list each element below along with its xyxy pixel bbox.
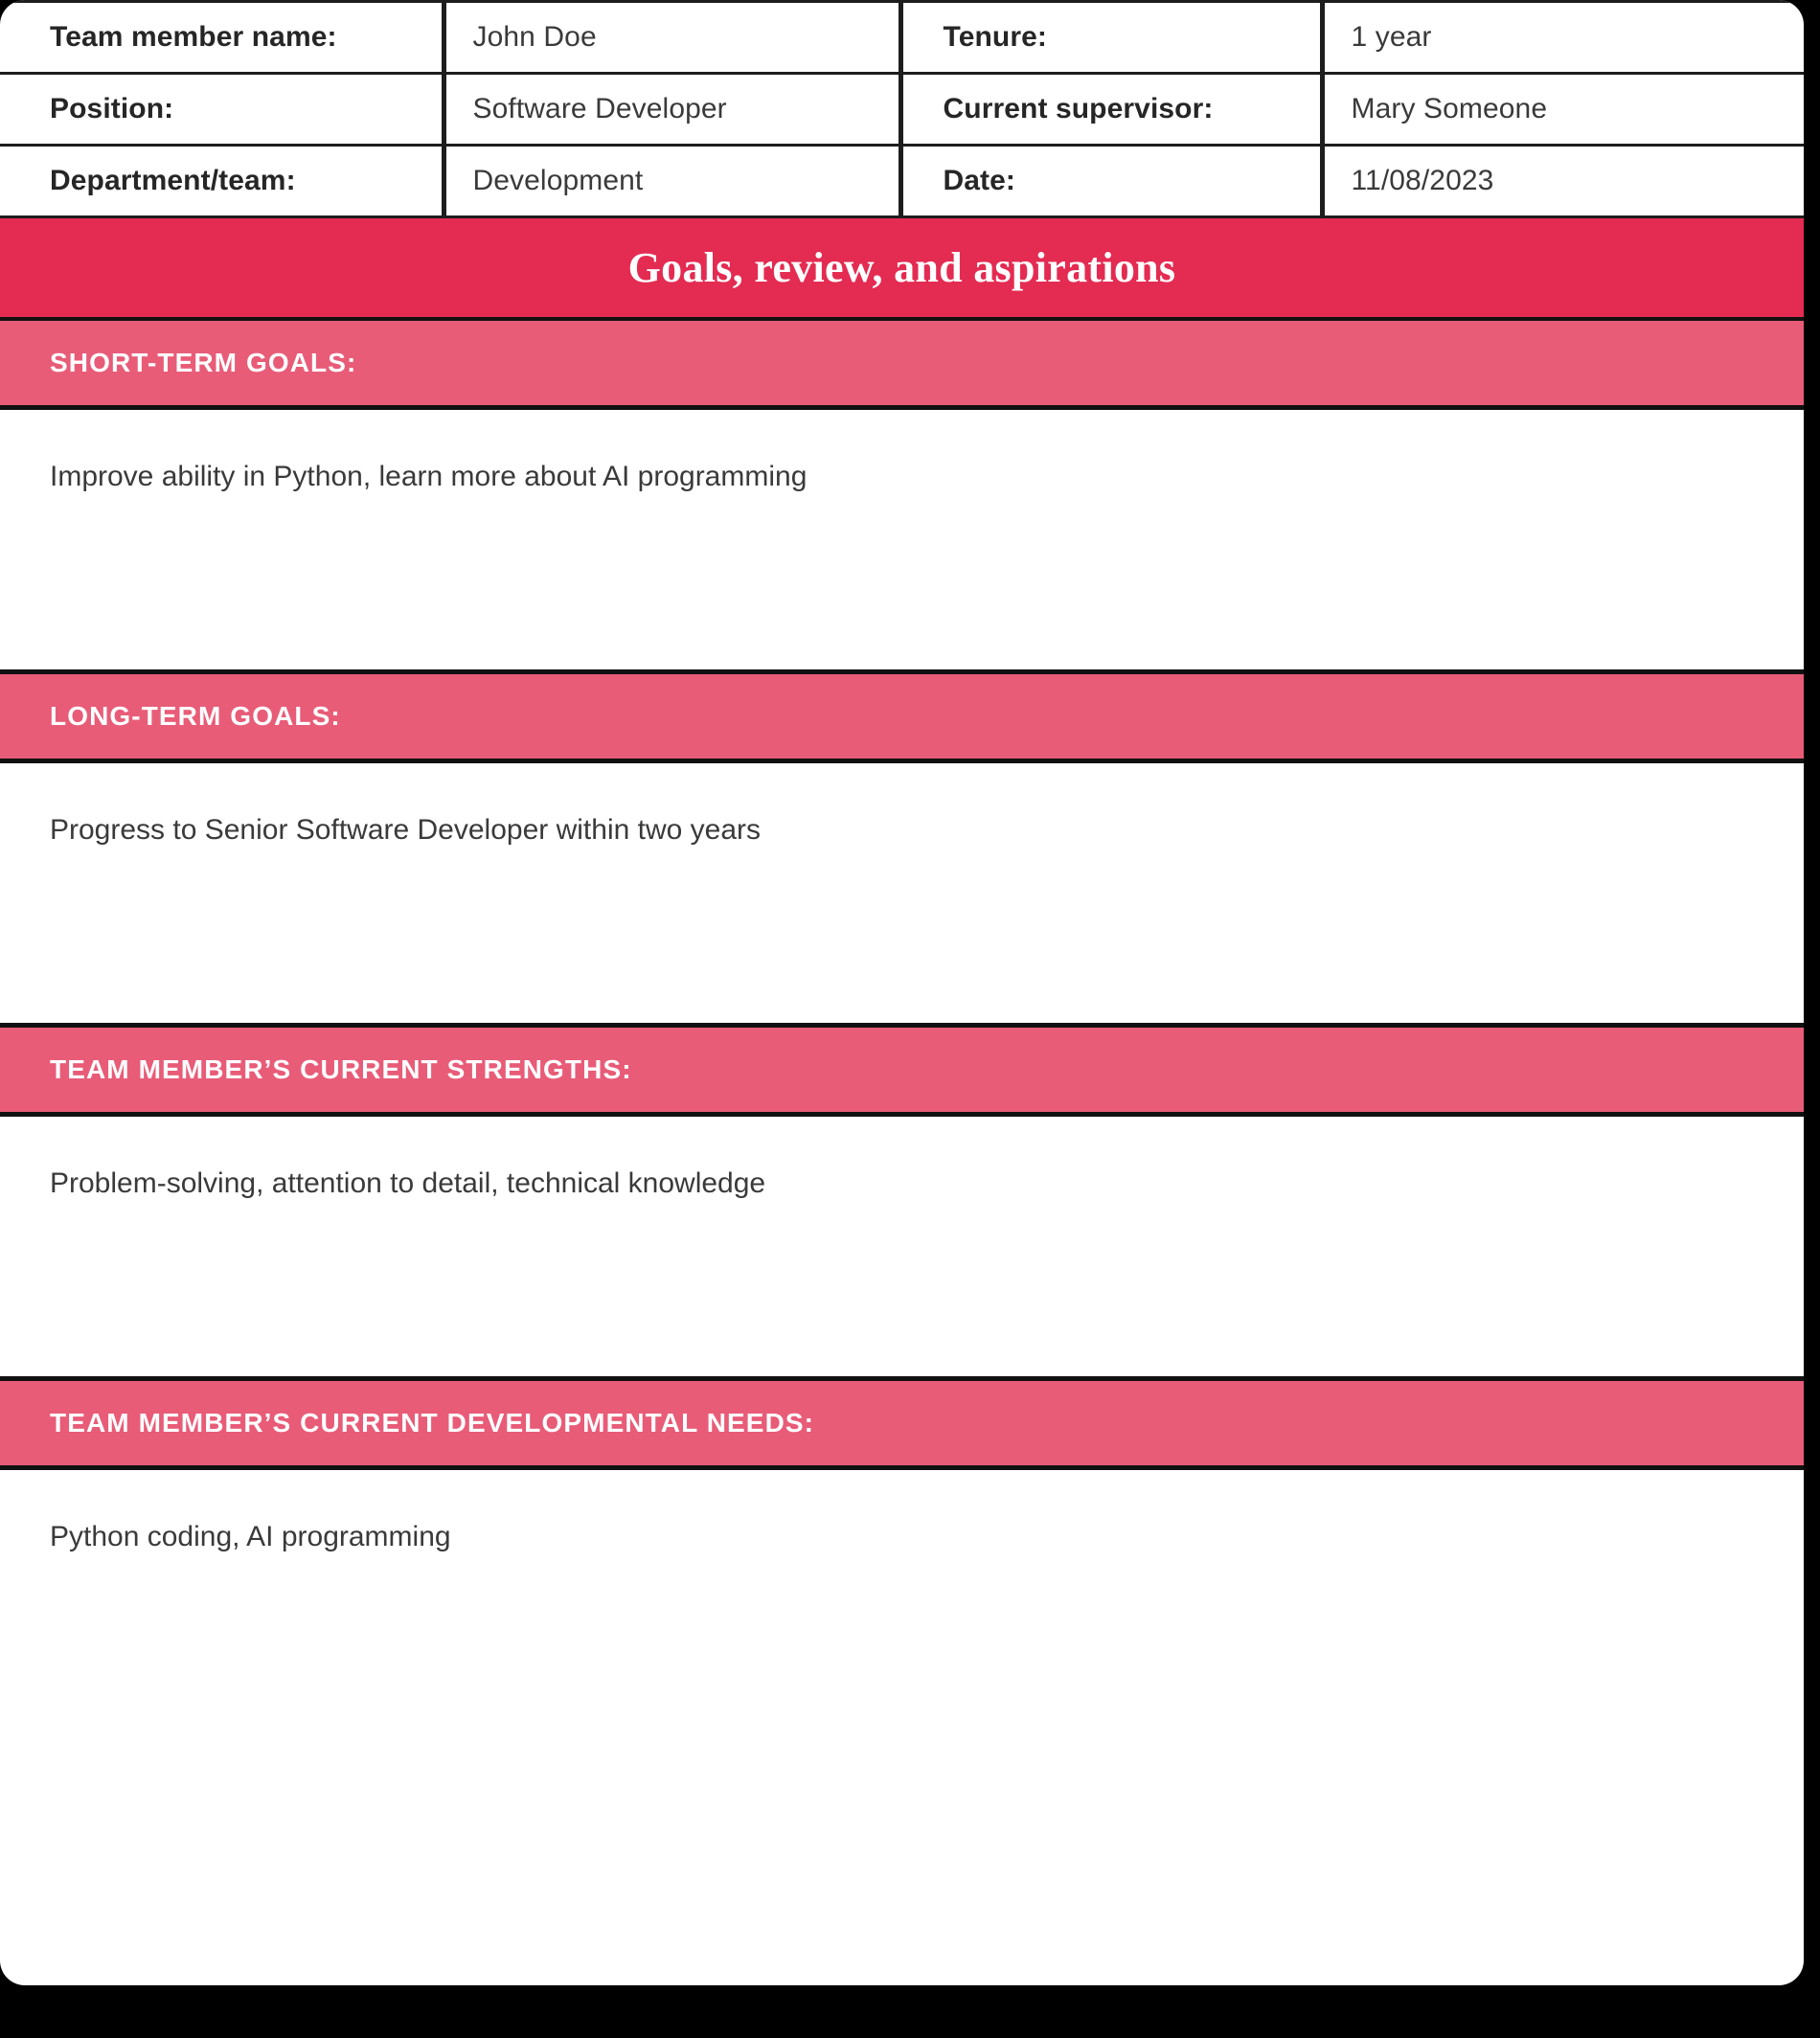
section-content-long-term-goals[interactable]: Progress to Senior Software Developer wi… bbox=[0, 763, 1804, 1028]
section-header-label: TEAM MEMBER’S CURRENT STRENGTHS: bbox=[50, 1054, 632, 1084]
section-header-short-term-goals: SHORT-TERM GOALS: bbox=[0, 321, 1804, 410]
section-content-text: Improve ability in Python, learn more ab… bbox=[50, 461, 808, 492]
section-content-current-strengths[interactable]: Problem-solving, attention to detail, te… bbox=[0, 1117, 1804, 1381]
field-value-department-team[interactable]: Development bbox=[444, 145, 903, 218]
section-developmental-needs: TEAM MEMBER’S CURRENT DEVELOPMENTAL NEED… bbox=[0, 1381, 1804, 1734]
banner-title: Goals, review, and aspirations bbox=[627, 244, 1176, 291]
field-value-position[interactable]: Software Developer bbox=[444, 73, 903, 147]
field-label-date: Date: bbox=[900, 145, 1325, 218]
section-current-strengths: TEAM MEMBER’S CURRENT STRENGTHS: Problem… bbox=[0, 1028, 1804, 1381]
employee-info-table: Team member name: John Doe Tenure: 1 yea… bbox=[0, 0, 1804, 218]
section-header-current-strengths: TEAM MEMBER’S CURRENT STRENGTHS: bbox=[0, 1028, 1804, 1117]
review-form-card: Team member name: John Doe Tenure: 1 yea… bbox=[0, 0, 1804, 1985]
field-value-tenure[interactable]: 1 year bbox=[1322, 0, 1804, 75]
field-label-tenure: Tenure: bbox=[900, 0, 1325, 75]
section-header-label: TEAM MEMBER’S CURRENT DEVELOPMENTAL NEED… bbox=[50, 1408, 815, 1438]
section-short-term-goals: SHORT-TERM GOALS: Improve ability in Pyt… bbox=[0, 321, 1804, 674]
field-label-current-supervisor: Current supervisor: bbox=[900, 73, 1325, 147]
field-value-current-supervisor[interactable]: Mary Someone bbox=[1322, 73, 1804, 147]
goals-banner: Goals, review, and aspirations bbox=[0, 218, 1804, 321]
section-header-developmental-needs: TEAM MEMBER’S CURRENT DEVELOPMENTAL NEED… bbox=[0, 1381, 1804, 1470]
section-content-text: Progress to Senior Software Developer wi… bbox=[50, 814, 762, 846]
field-value-team-member-name[interactable]: John Doe bbox=[444, 0, 903, 75]
field-value-date[interactable]: 11/08/2023 bbox=[1322, 145, 1804, 218]
section-content-short-term-goals[interactable]: Improve ability in Python, learn more ab… bbox=[0, 410, 1804, 674]
section-header-long-term-goals: LONG-TERM GOALS: bbox=[0, 674, 1804, 763]
field-label-department-team: Department/team: bbox=[0, 145, 446, 218]
section-long-term-goals: LONG-TERM GOALS: Progress to Senior Soft… bbox=[0, 674, 1804, 1028]
field-label-team-member-name: Team member name: bbox=[0, 0, 446, 75]
section-content-developmental-needs[interactable]: Python coding, AI programming bbox=[0, 1470, 1804, 1734]
section-header-label: LONG-TERM GOALS: bbox=[50, 701, 341, 731]
field-label-position: Position: bbox=[0, 73, 446, 147]
section-content-text: Problem-solving, attention to detail, te… bbox=[50, 1167, 766, 1199]
section-content-text: Python coding, AI programming bbox=[50, 1521, 451, 1552]
table-row: Position: Software Developer Current sup… bbox=[0, 73, 1804, 147]
table-row: Team member name: John Doe Tenure: 1 yea… bbox=[0, 0, 1804, 75]
section-header-label: SHORT-TERM GOALS: bbox=[50, 348, 357, 377]
table-row: Department/team: Development Date: 11/08… bbox=[0, 145, 1804, 218]
